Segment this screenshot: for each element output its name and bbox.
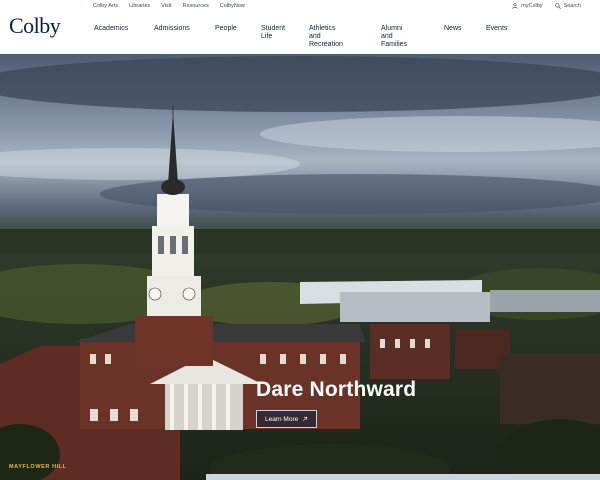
- hero-title: Dare Northward: [256, 378, 417, 401]
- nav-alumni-families[interactable]: Alumni and Families: [381, 25, 407, 49]
- mycolby-label: myColby: [521, 3, 543, 9]
- learn-more-button[interactable]: Learn More: [256, 410, 318, 428]
- nav-athletics-recreation[interactable]: Athletics and Recreation: [309, 25, 343, 49]
- nav-events[interactable]: Events: [486, 25, 507, 33]
- util-link-visit[interactable]: Visit: [161, 3, 171, 9]
- nav-academics[interactable]: Academics: [94, 25, 128, 33]
- colby-logo[interactable]: Colby: [9, 13, 61, 39]
- search-icon: [554, 3, 561, 9]
- util-link-libraries[interactable]: Libraries: [129, 3, 150, 9]
- arrow-up-right-icon: [303, 416, 308, 422]
- util-link-colbynow[interactable]: ColbyNow: [220, 3, 245, 9]
- nav-student-life[interactable]: Student Life: [261, 25, 285, 41]
- mycolby-link[interactable]: myColby: [512, 3, 543, 9]
- search-button[interactable]: Search: [554, 3, 581, 9]
- util-link-colby-arts[interactable]: Colby Arts: [93, 3, 118, 9]
- hero-caption: MAYFLOWER HILL: [9, 464, 67, 470]
- hero-banner: Dare Northward Learn More MAYFLOWER HILL: [0, 54, 600, 480]
- site-header: Colby Colby Arts Libraries Visit Resourc…: [0, 0, 600, 54]
- utility-right: myColby Search: [512, 3, 581, 9]
- nav-news[interactable]: News: [444, 25, 462, 33]
- nav-people[interactable]: People: [215, 25, 237, 33]
- utility-nav: Colby Arts Libraries Visit Resources Col…: [93, 3, 256, 9]
- search-label: Search: [563, 3, 581, 9]
- nav-admissions[interactable]: Admissions: [154, 25, 190, 33]
- util-link-resources[interactable]: Resources: [182, 3, 208, 9]
- user-icon: [512, 3, 518, 9]
- learn-more-label: Learn More: [265, 415, 299, 423]
- next-section-peek: [206, 474, 600, 480]
